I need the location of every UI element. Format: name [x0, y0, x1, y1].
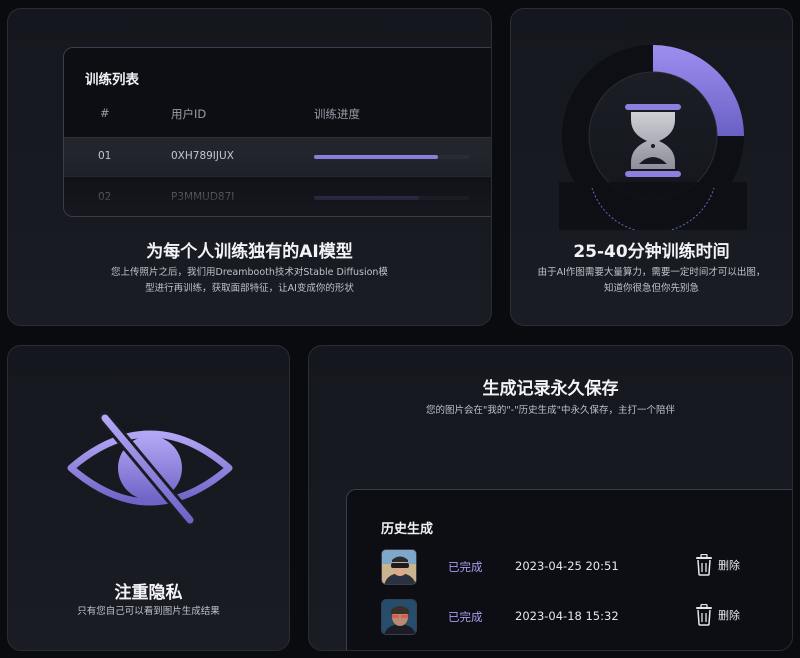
- timestamp: 2023-04-25 20:51: [515, 559, 619, 573]
- progress-ring: [559, 42, 747, 234]
- desc-line: 由于AI作图需要大量算力，需要一定时间才可以出图，: [537, 267, 766, 278]
- history-panel: 历史生成 已完成 2023-04-25 20:51 删除 已完成 2023-04…: [346, 489, 792, 650]
- history-row[interactable]: 已完成 2023-04-18 15:32 删除: [347, 597, 792, 637]
- column-header-user-id: 用户ID: [171, 107, 207, 121]
- history-card-title: 生成记录永久保存: [482, 379, 619, 399]
- training-list-panel: 训练列表 # 用户ID 训练进度 01 0XH789IJUX 02 P3MMUD…: [63, 47, 491, 217]
- trash-icon: [696, 554, 712, 576]
- training-card: 训练列表 # 用户ID 训练进度 01 0XH789IJUX 02 P3MMUD…: [7, 8, 492, 326]
- trash-icon: [696, 604, 712, 626]
- privacy-card: 注重隐私 只有您自己可以看到图片生成结果: [7, 345, 290, 651]
- delete-button[interactable]: 删除: [695, 554, 740, 576]
- history-card-description: 您的图片会在"我的"-"历史生成"中永久保存，主打一个陪伴: [426, 405, 675, 416]
- privacy-title: 注重隐私: [114, 583, 183, 603]
- eye-off-icon: [67, 411, 233, 527]
- delete-label: 删除: [718, 609, 740, 622]
- status-badge: 已完成: [448, 610, 483, 624]
- privacy-description: 只有您自己可以看到图片生成结果: [77, 606, 220, 617]
- status-badge: 已完成: [448, 560, 483, 574]
- training-card-title: 为每个人训练独有的AI模型: [146, 242, 353, 262]
- avatar[interactable]: [381, 599, 417, 635]
- delete-button[interactable]: 删除: [695, 604, 740, 626]
- delete-label: 删除: [718, 559, 740, 572]
- desc-line: 型进行再训练，获取面部特征，让AI变成你的形状: [145, 283, 354, 294]
- ring-bottom-shade: [559, 182, 747, 230]
- fade-overlay: [64, 156, 491, 216]
- desc-line: 知道你很急但你先别急: [603, 283, 699, 294]
- desc-line: 您上传照片之后，我们用Dreambooth技术对Stable Diffusion…: [111, 267, 388, 278]
- avatar[interactable]: [381, 549, 417, 585]
- history-panel-title: 历史生成: [381, 522, 434, 537]
- training-card-description: 您上传照片之后，我们用Dreambooth技术对Stable Diffusion…: [48, 265, 451, 297]
- column-header-index: #: [100, 106, 110, 120]
- progress-ring-graphic: [559, 45, 747, 234]
- column-header-progress: 训练进度: [314, 107, 360, 121]
- training-time-description: 由于AI作图需要大量算力，需要一定时间才可以出图， 知道你很急但你先别急: [521, 265, 782, 297]
- training-time-card: 25-40分钟训练时间 由于AI作图需要大量算力，需要一定时间才可以出图， 知道…: [510, 8, 793, 326]
- history-row[interactable]: 已完成 2023-04-25 20:51 删除: [347, 547, 792, 587]
- timestamp: 2023-04-18 15:32: [515, 609, 619, 623]
- training-time-title: 25-40分钟训练时间: [573, 242, 730, 262]
- history-card: 生成记录永久保存 您的图片会在"我的"-"历史生成"中永久保存，主打一个陪伴 历…: [308, 345, 793, 651]
- training-list-title: 训练列表: [85, 72, 139, 88]
